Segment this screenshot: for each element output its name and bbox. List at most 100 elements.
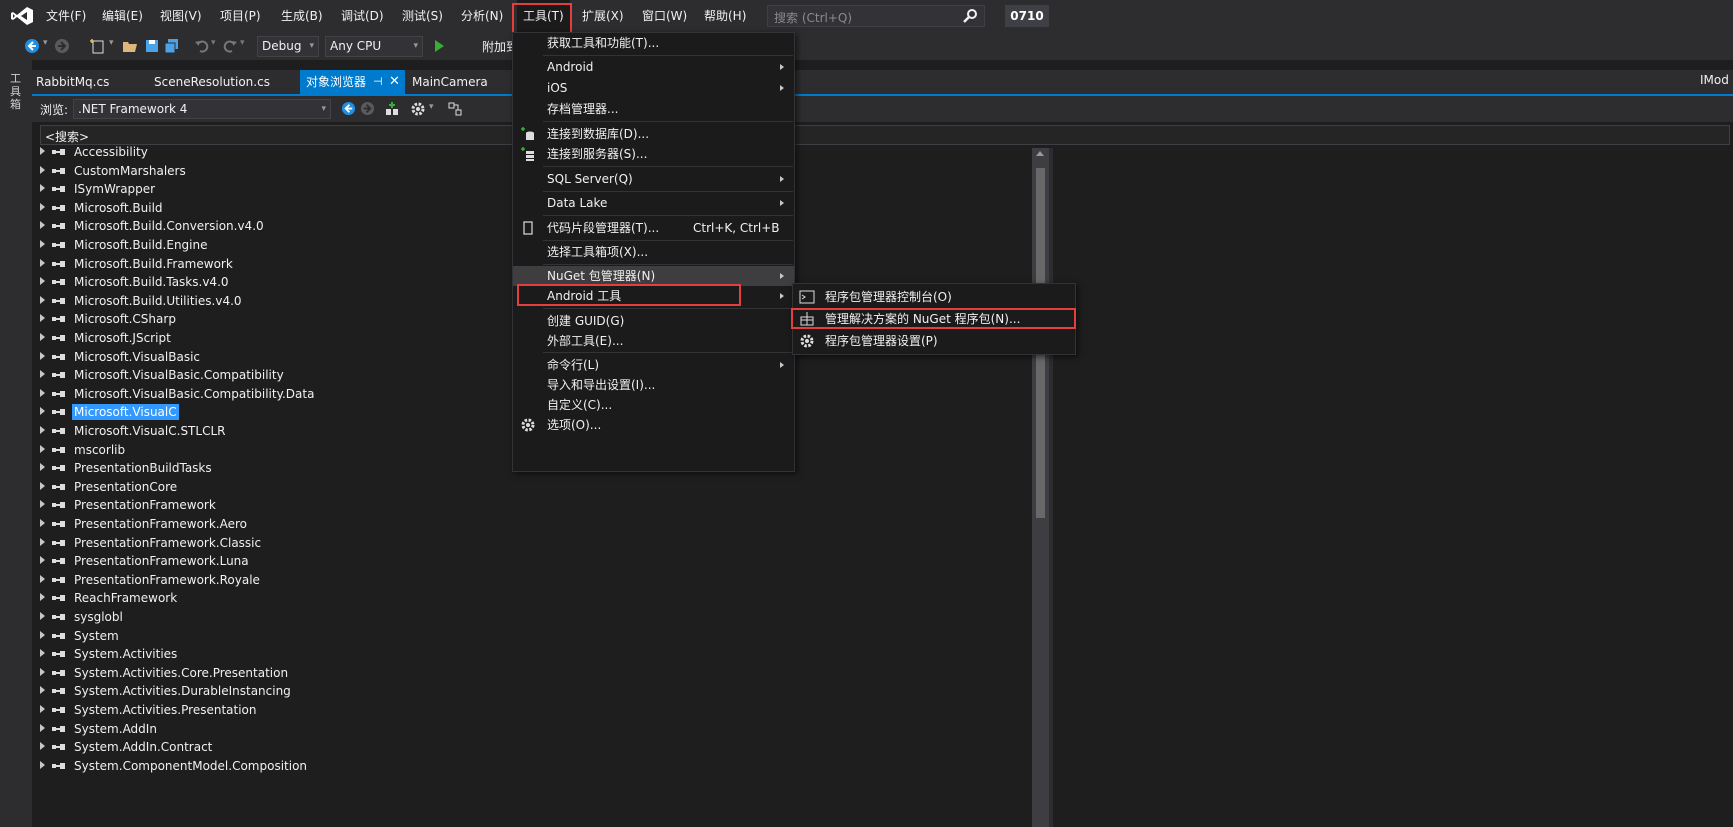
expand-arrow-icon[interactable] bbox=[40, 351, 45, 360]
expand-arrow-icon[interactable] bbox=[40, 667, 45, 676]
expand-arrow-icon[interactable] bbox=[40, 463, 45, 472]
platform-combo[interactable]: Any CPU ▾ bbox=[325, 36, 423, 57]
expand-arrow-icon[interactable] bbox=[40, 723, 45, 732]
expand-arrow-icon[interactable] bbox=[40, 537, 45, 546]
tree-row[interactable]: System bbox=[32, 626, 1032, 646]
search-icon[interactable] bbox=[962, 8, 978, 24]
expand-arrow-icon[interactable] bbox=[40, 407, 45, 416]
menu-debug[interactable]: 调试(D) bbox=[335, 0, 390, 32]
browse-scope-combo[interactable]: .NET Framework 4 ▾ bbox=[73, 99, 331, 119]
expand-arrow-icon[interactable] bbox=[40, 314, 45, 323]
navigate-back-icon[interactable] bbox=[24, 38, 40, 54]
back-icon[interactable] bbox=[341, 101, 356, 116]
expand-arrow-icon[interactable] bbox=[40, 370, 45, 379]
menu-item-nuget-package-manager[interactable]: NuGet 包管理器(N) bbox=[513, 266, 794, 286]
undo-dropdown-icon[interactable]: ▾ bbox=[211, 38, 216, 48]
menu-item-options[interactable]: 选项(O)... bbox=[513, 415, 794, 435]
expand-arrow-icon[interactable] bbox=[40, 649, 45, 658]
expand-arrow-icon[interactable] bbox=[40, 221, 45, 230]
add-reference-icon[interactable] bbox=[384, 101, 400, 117]
expand-arrow-icon[interactable] bbox=[40, 202, 45, 211]
expand-arrow-icon[interactable] bbox=[40, 630, 45, 639]
forward-icon[interactable] bbox=[360, 101, 375, 116]
expand-arrow-icon[interactable] bbox=[40, 519, 45, 527]
tree-vertical-scrollbar[interactable] bbox=[1032, 148, 1049, 827]
tree-row[interactable]: sysglobl bbox=[32, 607, 1032, 627]
tab-imod[interactable]: IMod bbox=[1700, 73, 1729, 87]
menu-item-android[interactable]: Android bbox=[513, 57, 794, 77]
expand-arrow-icon[interactable] bbox=[40, 593, 45, 602]
expand-arrow-icon[interactable] bbox=[40, 500, 45, 509]
menu-project[interactable]: 项目(P) bbox=[214, 0, 267, 32]
toolbox-tab[interactable]: 工具箱 bbox=[10, 72, 24, 111]
class-diagram-icon[interactable] bbox=[447, 101, 463, 117]
expand-arrow-icon[interactable] bbox=[40, 481, 45, 490]
menu-item-connect-server[interactable]: 连接到服务器(S)... bbox=[513, 144, 794, 164]
menu-item-import-export-settings[interactable]: 导入和导出设置(I)... bbox=[513, 375, 794, 395]
new-project-icon[interactable] bbox=[90, 38, 106, 54]
tree-row[interactable]: System.Activities bbox=[32, 644, 1032, 664]
redo-dropdown-icon[interactable]: ▾ bbox=[240, 38, 245, 48]
menu-test[interactable]: 测试(S) bbox=[396, 0, 449, 32]
settings-gear-icon[interactable] bbox=[410, 101, 426, 117]
tree-row[interactable]: System.Activities.Core.Presentation bbox=[32, 663, 1032, 683]
menu-analyze[interactable]: 分析(N) bbox=[455, 0, 509, 32]
back-dropdown-icon[interactable]: ▾ bbox=[43, 38, 48, 48]
close-tab-icon[interactable]: ✕ bbox=[389, 70, 400, 94]
tree-row[interactable]: PresentationFramework bbox=[32, 495, 1032, 515]
menu-item-external-tools[interactable]: 外部工具(E)... bbox=[513, 331, 794, 351]
expand-arrow-icon[interactable] bbox=[40, 147, 45, 155]
menu-item-get-tools[interactable]: 获取工具和功能(T)... bbox=[513, 33, 794, 53]
scroll-up-arrow-icon[interactable] bbox=[1036, 151, 1044, 156]
menu-build[interactable]: 生成(B) bbox=[275, 0, 329, 32]
menu-item-code-snippets-manager[interactable]: 代码片段管理器(T)... Ctrl+K, Ctrl+B bbox=[513, 218, 794, 238]
tree-row[interactable]: System.Activities.Presentation bbox=[32, 700, 1032, 720]
menu-item-choose-toolbox-items[interactable]: 选择工具箱项(X)... bbox=[513, 242, 794, 262]
expand-arrow-icon[interactable] bbox=[40, 444, 45, 453]
expand-arrow-icon[interactable] bbox=[40, 184, 45, 193]
submenu-item-package-manager-settings[interactable]: 程序包管理器设置(P) bbox=[793, 330, 1075, 352]
menu-item-command-line[interactable]: 命令行(L) bbox=[513, 355, 794, 375]
expand-arrow-icon[interactable] bbox=[40, 612, 45, 620]
open-folder-icon[interactable] bbox=[122, 38, 138, 54]
pin-icon[interactable]: ⊣ bbox=[373, 70, 383, 94]
menu-window[interactable]: 窗口(W) bbox=[636, 0, 693, 32]
submenu-item-package-manager-console[interactable]: 程序包管理器控制台(O) bbox=[793, 286, 1075, 308]
tree-row[interactable]: ReachFramework bbox=[32, 588, 1032, 608]
expand-arrow-icon[interactable] bbox=[40, 686, 45, 695]
tree-row[interactable]: PresentationCore bbox=[32, 477, 1032, 497]
menu-extensions[interactable]: 扩展(X) bbox=[576, 0, 630, 32]
expand-arrow-icon[interactable] bbox=[40, 388, 45, 397]
quick-launch-search[interactable]: 搜索 (Ctrl+Q) bbox=[767, 5, 985, 27]
tab-rabbitmq[interactable]: RabbitMq.cs bbox=[30, 70, 115, 94]
menu-view[interactable]: 视图(V) bbox=[154, 0, 208, 32]
expand-arrow-icon[interactable] bbox=[40, 258, 45, 267]
expand-arrow-icon[interactable] bbox=[40, 556, 45, 565]
start-debug-icon[interactable] bbox=[431, 38, 447, 54]
menu-item-connect-database[interactable]: 连接到数据库(D)... bbox=[513, 124, 794, 144]
menu-item-customize[interactable]: 自定义(C)... bbox=[513, 395, 794, 415]
save-icon[interactable] bbox=[144, 38, 160, 54]
redo-icon[interactable] bbox=[222, 38, 238, 54]
tab-maincamera[interactable]: MainCamera bbox=[406, 70, 494, 94]
expand-arrow-icon[interactable] bbox=[40, 705, 45, 713]
expand-arrow-icon[interactable] bbox=[40, 333, 45, 341]
tree-row[interactable]: PresentationFramework.Classic bbox=[32, 533, 1032, 553]
undo-icon[interactable] bbox=[194, 38, 210, 54]
expand-arrow-icon[interactable] bbox=[40, 165, 45, 174]
expand-arrow-icon[interactable] bbox=[40, 277, 45, 286]
menu-item-create-guid[interactable]: 创建 GUID(G) bbox=[513, 311, 794, 331]
navigate-forward-icon[interactable] bbox=[54, 38, 70, 54]
tree-row[interactable]: System.AddIn bbox=[32, 719, 1032, 739]
menu-item-data-lake[interactable]: Data Lake bbox=[513, 193, 794, 213]
expand-arrow-icon[interactable] bbox=[40, 760, 45, 769]
tab-sceneresolution[interactable]: SceneResolution.cs bbox=[148, 70, 276, 94]
expand-arrow-icon[interactable] bbox=[40, 240, 45, 248]
expand-arrow-icon[interactable] bbox=[40, 574, 45, 583]
tree-row[interactable]: System.ComponentModel.Composition bbox=[32, 756, 1032, 776]
tab-object-browser[interactable]: 对象浏览器 ⊣ ✕ bbox=[300, 70, 405, 94]
tree-row[interactable]: System.AddIn.Contract bbox=[32, 737, 1032, 757]
tree-row[interactable]: PresentationFramework.Luna bbox=[32, 551, 1032, 571]
menu-item-ios[interactable]: iOS bbox=[513, 78, 794, 98]
menu-item-sql-server[interactable]: SQL Server(Q) bbox=[513, 169, 794, 189]
